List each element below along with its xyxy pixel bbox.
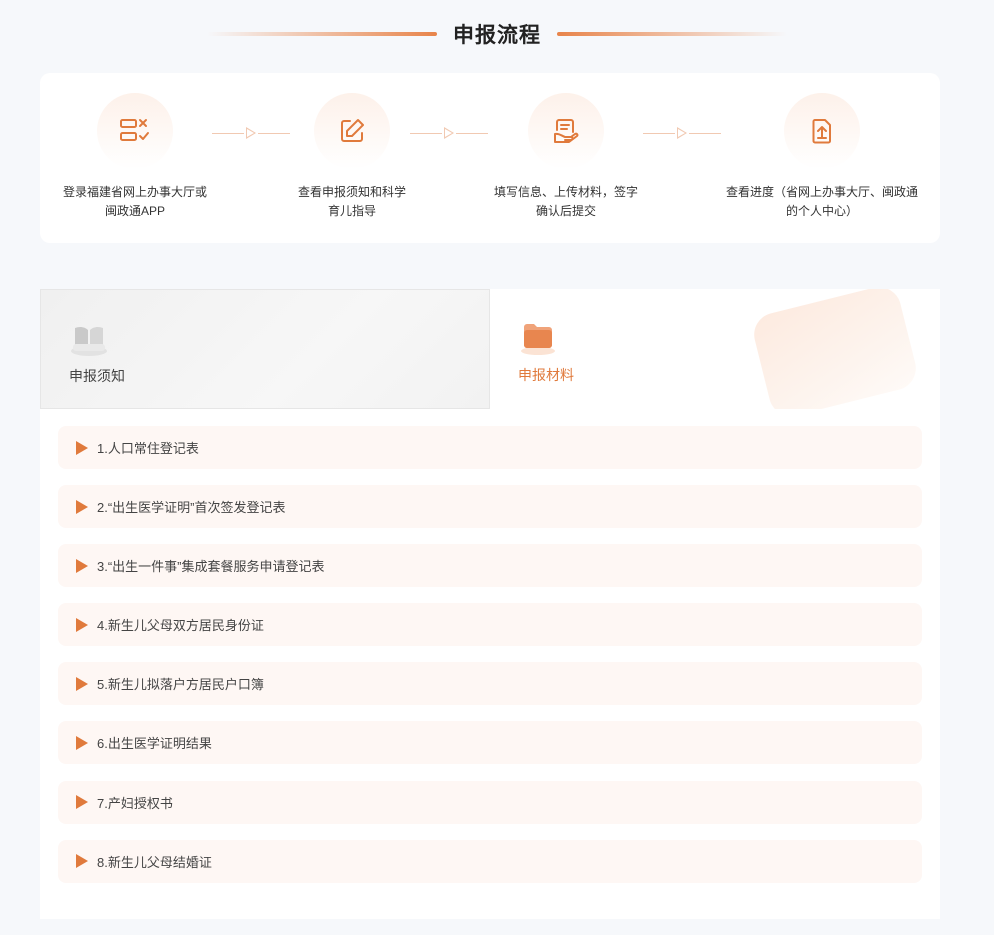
process-flow-card: 登录福建省网上办事大厅或 闽政通APP 查看申报须知和科学 育儿指导 填写信息、… [40, 73, 940, 243]
step-icon-circle [784, 93, 860, 169]
upload-document-icon [812, 119, 831, 144]
folder-icon [521, 324, 555, 355]
step-icon-circle [528, 93, 604, 169]
process-step-check-progress: 查看进度（省网上办事大厅、闽政通 的个人中心） [722, 93, 922, 221]
play-icon [76, 854, 88, 869]
step-icon-circle [314, 93, 390, 169]
material-item-label: 3.“出生一件事”集成套餐服务申请登记表 [97, 559, 325, 575]
step-icon-circle [97, 93, 173, 169]
tab-label: 申报须知 [69, 368, 125, 384]
title-decoration-right [557, 32, 787, 36]
play-icon [76, 558, 88, 573]
materials-list: 1.人口常住登记表 2.“出生医学证明”首次签发登记表 3.“出生一件事”集成套… [58, 426, 922, 899]
material-item[interactable]: 8.新生儿父母结婚证 [58, 839, 922, 883]
play-icon [76, 735, 88, 750]
material-item[interactable]: 4.新生儿父母双方居民身份证 [58, 603, 922, 647]
material-item[interactable]: 3.“出生一件事”集成套餐服务申请登记表 [58, 544, 922, 588]
materials-panel: 申报须知 申报材料 1.人口常住登记表 2.“出生医学证明”首次签发登记表 3.… [40, 289, 940, 919]
play-icon [76, 440, 88, 455]
flow-arrow [643, 125, 721, 141]
material-item-label: 4.新生儿父母双方居民身份证 [97, 618, 264, 634]
material-item-label: 2.“出生医学证明”首次签发登记表 [97, 500, 286, 516]
page-title: 申报流程 [453, 24, 541, 47]
section-header: 申报流程 [0, 14, 994, 54]
sign-hand-icon [554, 119, 579, 143]
material-item[interactable]: 5.新生儿拟落户方居民户口簿 [58, 662, 922, 706]
play-icon [76, 676, 88, 691]
tab-notice[interactable]: 申报须知 [40, 289, 490, 409]
process-step-login: 登录福建省网上办事大厅或 闽政通APP [35, 93, 235, 221]
decorative-folder-shape [749, 289, 921, 409]
checklist-icon [120, 119, 149, 141]
material-item-label: 6.出生医学证明结果 [97, 736, 212, 752]
tab-label: 申报材料 [518, 367, 574, 383]
material-item-label: 8.新生儿父母结婚证 [97, 854, 212, 870]
material-item-label: 1.人口常住登记表 [97, 441, 199, 456]
step-description: 填写信息、上传材料，签字 确认后提交 [493, 185, 638, 218]
process-step-fill-info: 填写信息、上传材料，签字 确认后提交 [466, 93, 666, 221]
step-description: 登录福建省网上办事大厅或 闽政通APP [62, 185, 207, 218]
tab-materials[interactable]: 申报材料 [490, 289, 940, 409]
process-step-read-notice: 查看申报须知和科学 育儿指导 [252, 93, 452, 221]
material-item-label: 7.产妇授权书 [97, 795, 173, 811]
material-item[interactable]: 2.“出生医学证明”首次签发登记表 [58, 485, 922, 529]
play-icon [76, 499, 88, 514]
material-item-label: 5.新生儿拟落户方居民户口簿 [97, 677, 264, 693]
material-item[interactable]: 6.出生医学证明结果 [58, 721, 922, 765]
title-decoration-left [207, 32, 437, 36]
play-icon [76, 795, 88, 810]
play-icon [76, 617, 88, 632]
step-description: 查看申报须知和科学 育儿指导 [297, 185, 406, 218]
step-description: 查看进度（省网上办事大厅、闽政通 的个人中心） [725, 185, 918, 218]
material-item[interactable]: 1.人口常住登记表 [58, 426, 922, 469]
book-icon [71, 326, 107, 356]
edit-icon [341, 119, 364, 142]
material-item[interactable]: 7.产妇授权书 [58, 780, 922, 824]
